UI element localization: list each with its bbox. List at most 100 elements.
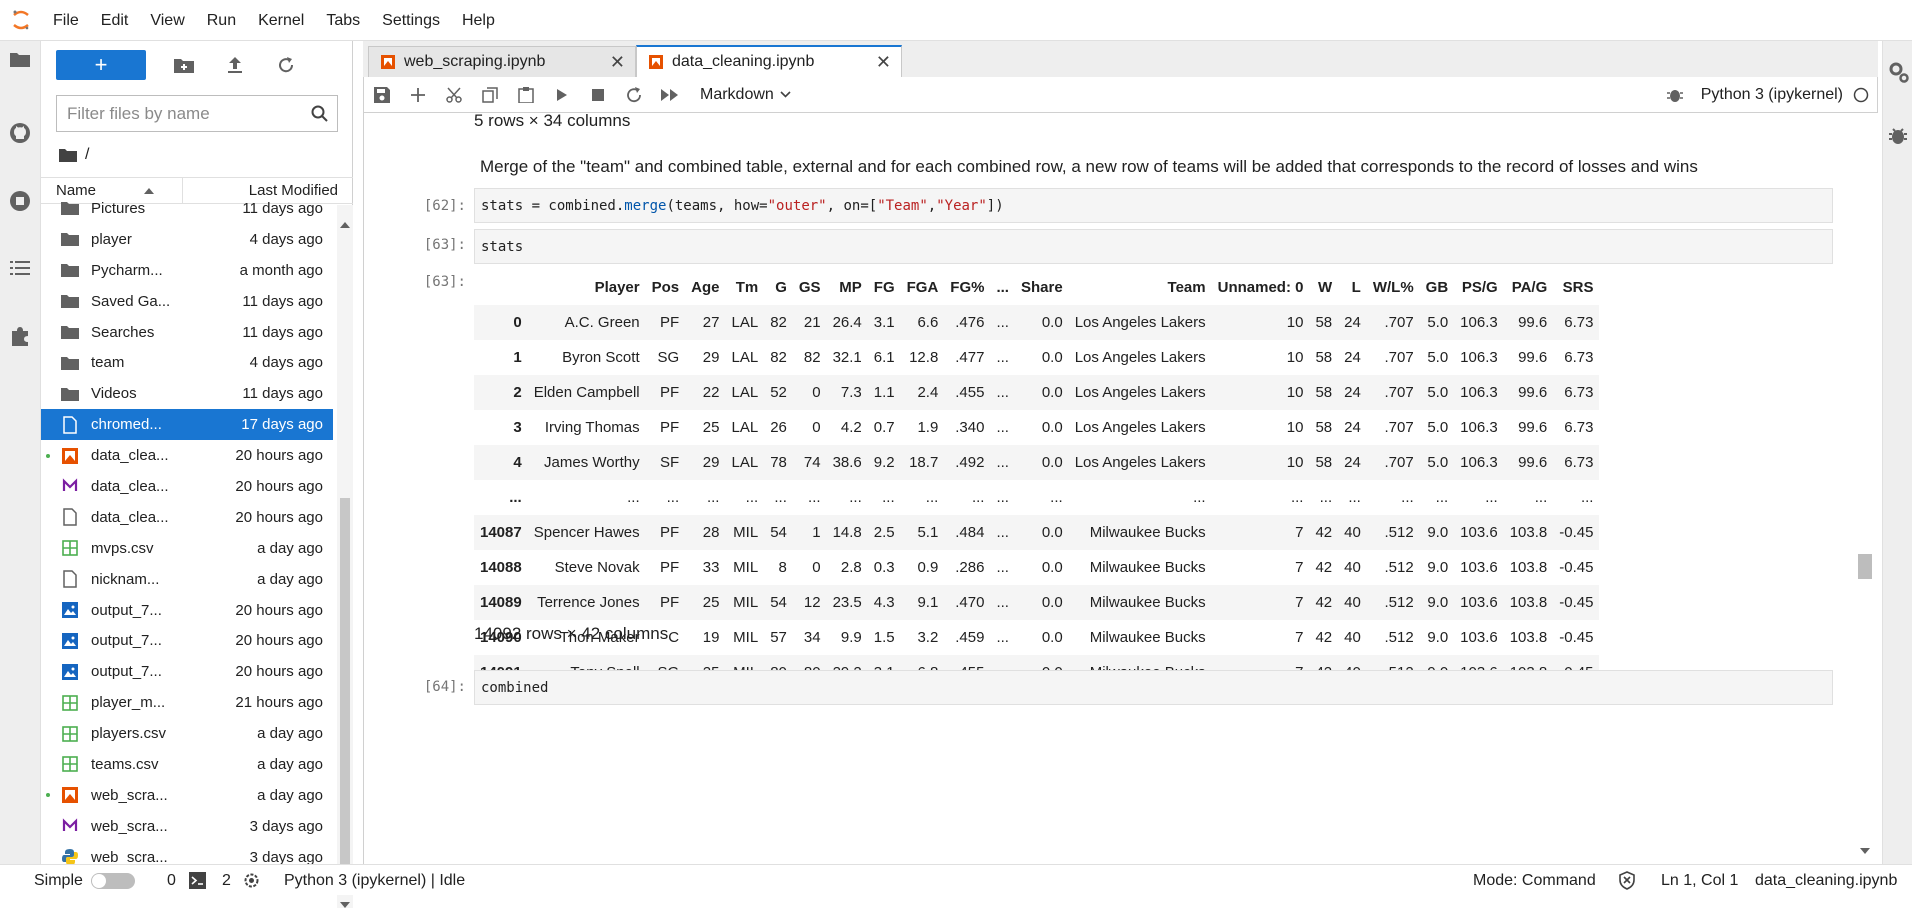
running-sessions-icon[interactable]: [8, 189, 32, 213]
kernel-status[interactable]: Python 3 (ipykernel) | Idle: [284, 865, 465, 896]
cursor-position[interactable]: Ln 1, Col 1: [1661, 865, 1738, 896]
kernel-count[interactable]: 2: [222, 865, 231, 896]
code-cell[interactable]: combined: [474, 670, 1833, 705]
table-cell: 10: [1286, 454, 1304, 471]
trusted-shield-icon[interactable]: [1618, 871, 1636, 890]
table-cell: 57: [770, 629, 787, 646]
scroll-thumb[interactable]: [1858, 554, 1872, 579]
tab-data-cleaning[interactable]: data_cleaning.ipynb ✕: [636, 45, 902, 77]
debugger-bug-icon[interactable]: [1888, 126, 1910, 148]
spreadsheet-icon: [60, 754, 80, 774]
table-cell: 33: [702, 559, 720, 576]
refresh-icon[interactable]: [273, 52, 299, 78]
stop-icon[interactable]: [580, 77, 616, 113]
kernel-name[interactable]: Python 3 (ipykernel): [1701, 86, 1843, 104]
table-cell: SF: [659, 454, 680, 471]
upload-icon[interactable]: [222, 52, 248, 78]
terminal-count[interactable]: 0: [167, 865, 176, 896]
table-cell: 6.73: [1564, 349, 1594, 366]
file-list-item[interactable]: Searches 11 days ago: [41, 317, 333, 348]
folder-icon[interactable]: [8, 47, 32, 71]
scroll-up-arrow-icon[interactable]: [1860, 113, 1870, 118]
markdown-cell[interactable]: Merge of the "team" and combined table, …: [480, 152, 1698, 182]
file-list-item[interactable]: output_7... 20 hours ago: [41, 656, 333, 687]
scroll-up-arrow-icon[interactable]: [340, 215, 350, 233]
new-folder-icon[interactable]: [171, 52, 197, 78]
table-cell: 10: [1286, 419, 1304, 436]
paste-icon[interactable]: [508, 77, 544, 113]
extensions-puzzle-icon[interactable]: [8, 324, 32, 348]
table-cell: 6.73: [1564, 314, 1594, 331]
menu-kernel[interactable]: Kernel: [247, 0, 315, 41]
file-list-item[interactable]: player 4 days ago: [41, 224, 333, 255]
code-cell[interactable]: stats = combined. merge (teams, how= "outer…: [474, 188, 1833, 223]
file-list-item[interactable]: Pycharm... a month ago: [41, 255, 333, 286]
table-cell: 103.6: [1460, 594, 1498, 611]
menu-view[interactable]: View: [139, 0, 195, 41]
github-icon[interactable]: [8, 121, 32, 145]
fast-forward-icon[interactable]: [652, 77, 688, 113]
file-list-item[interactable]: data_clea... 20 hours ago: [41, 471, 333, 502]
property-inspector-gear-icon[interactable]: [1888, 61, 1910, 83]
notebook-scrollbar[interactable]: [1854, 113, 1874, 864]
tab-web-scraping[interactable]: web_scraping.ipynb ✕: [368, 46, 636, 77]
restart-icon[interactable]: [616, 77, 652, 113]
close-icon[interactable]: ✕: [876, 52, 891, 73]
home-folder-icon[interactable]: [59, 148, 77, 162]
notebook-toolbar: Markdown Python 3 (ipykernel): [363, 77, 1878, 113]
file-list-item[interactable]: player_m... 21 hours ago: [41, 687, 333, 718]
file-list-item[interactable]: team 4 days ago: [41, 347, 333, 378]
table-cell: 82: [803, 349, 821, 366]
scroll-thumb[interactable]: [340, 498, 350, 890]
file-list-item[interactable]: Videos 11 days ago: [41, 378, 333, 409]
file-list-item[interactable]: nicknam... a day ago: [41, 564, 333, 595]
menu-settings[interactable]: Settings: [371, 0, 451, 41]
menu-run[interactable]: Run: [196, 0, 247, 41]
file-list-item[interactable]: mvps.csv a day ago: [41, 533, 333, 564]
cut-icon[interactable]: [436, 77, 472, 113]
menu-edit[interactable]: Edit: [90, 0, 140, 41]
scroll-down-arrow-icon[interactable]: [340, 895, 350, 913]
table-cell: Elden Campbell: [533, 384, 640, 401]
file-list-item[interactable]: Saved Ga... 11 days ago: [41, 286, 333, 317]
table-cell: .286: [955, 559, 985, 576]
filter-files-input[interactable]: [67, 103, 297, 124]
file-list-scrollbar[interactable]: [337, 205, 353, 908]
table-cell: 2.5: [873, 524, 895, 541]
file-list-item[interactable]: web_scra... a day ago: [41, 780, 333, 811]
file-list-item[interactable]: data_clea... 20 hours ago: [41, 502, 333, 533]
file-list-item[interactable]: players.csv a day ago: [41, 718, 333, 749]
debugger-bug-icon[interactable]: [1666, 87, 1683, 103]
menu-file[interactable]: File: [42, 0, 90, 41]
menu-tabs[interactable]: Tabs: [315, 0, 371, 41]
file-list-item[interactable]: chromed... 17 days ago: [41, 409, 333, 441]
file-list-item[interactable]: web_scra... 3 days ago: [41, 811, 333, 842]
column-header: FG%: [950, 279, 985, 296]
breadcrumb-root[interactable]: /: [85, 146, 89, 164]
table-cell: 103.8: [1509, 629, 1548, 646]
table-cell: 58: [1315, 419, 1333, 436]
code-cell[interactable]: stats: [474, 229, 1833, 264]
menu-help[interactable]: Help: [451, 0, 506, 41]
close-icon[interactable]: ✕: [610, 52, 625, 73]
table-cell: 8: [778, 559, 787, 576]
toggle-knob: [92, 874, 106, 888]
add-cell-icon[interactable]: [400, 77, 436, 113]
run-icon[interactable]: [544, 77, 580, 113]
table-cell: ...: [666, 489, 680, 506]
file-list-item[interactable]: output_7... 20 hours ago: [41, 625, 333, 656]
cell-type-dropdown[interactable]: Markdown: [700, 86, 791, 104]
simple-mode-toggle[interactable]: [91, 873, 135, 889]
table-of-contents-icon[interactable]: [8, 256, 32, 280]
file-list-item[interactable]: Pictures 11 days ago: [41, 193, 333, 224]
file-list-item[interactable]: teams.csv a day ago: [41, 749, 333, 780]
cell-prompt: [62]:: [423, 198, 466, 214]
file-list-item[interactable]: output_7... 20 hours ago: [41, 595, 333, 626]
filter-files-field[interactable]: [56, 95, 338, 132]
table-cell: 19: [702, 629, 720, 646]
file-list-item[interactable]: data_clea... 20 hours ago: [41, 440, 333, 471]
save-icon[interactable]: [364, 77, 400, 113]
scroll-down-arrow-icon[interactable]: [1860, 841, 1870, 859]
new-launcher-button[interactable]: +: [56, 50, 146, 80]
copy-icon[interactable]: [472, 77, 508, 113]
